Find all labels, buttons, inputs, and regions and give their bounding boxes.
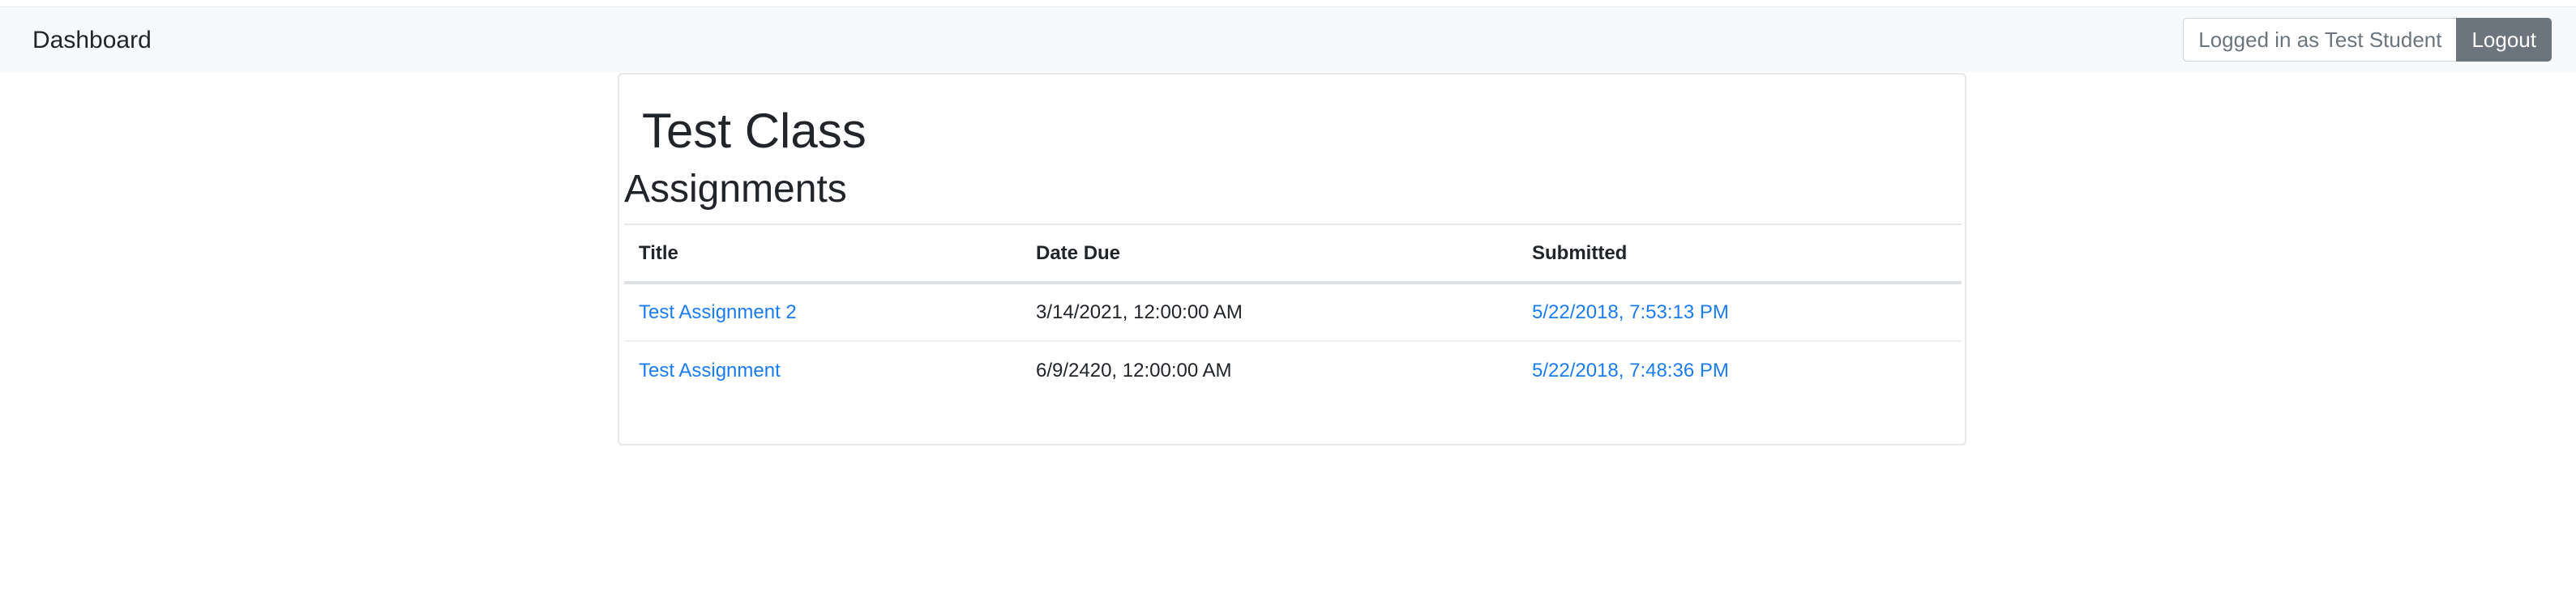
column-header-submitted: Submitted: [1532, 241, 1628, 264]
table-header-row: Title Date Due Submitted: [624, 224, 1962, 283]
table-row: Test Assignment 6/9/2420, 12:00:00 AM 5/…: [624, 341, 1962, 399]
assignments-table: Title Date Due Submitted Test Assignment…: [624, 224, 1962, 399]
date-due-cell: 3/14/2021, 12:00:00 AM: [1036, 300, 1243, 323]
table-body: Test Assignment 2 3/14/2021, 12:00:00 AM…: [624, 283, 1962, 399]
user-controls: Logged in as Test Student Logout: [2183, 18, 2552, 62]
assignment-title-link[interactable]: Test Assignment 2: [639, 301, 797, 323]
assignments-heading: Assignments: [624, 168, 847, 211]
table-header: Title Date Due Submitted: [624, 224, 1962, 283]
dashboard-link[interactable]: Dashboard: [32, 25, 152, 56]
assignment-title-cell: Test Assignment: [624, 341, 1021, 399]
top-border: [0, 0, 2576, 7]
logout-button[interactable]: Logout: [2456, 18, 2552, 62]
assignment-title-link[interactable]: Test Assignment: [639, 360, 781, 381]
submitted-cell: 5/22/2018, 7:48:36 PM: [1517, 341, 1962, 399]
navbar: Dashboard Logged in as Test Student Logo…: [0, 7, 2576, 72]
class-title: Test Class: [642, 104, 867, 158]
submission-link[interactable]: 5/22/2018, 7:48:36 PM: [1532, 360, 1729, 381]
assignment-title-cell: Test Assignment 2: [624, 283, 1021, 341]
submission-link[interactable]: 5/22/2018, 7:53:13 PM: [1532, 301, 1729, 323]
submitted-cell: 5/22/2018, 7:53:13 PM: [1517, 283, 1962, 341]
column-header-date-due: Date Due: [1036, 241, 1121, 264]
date-due-cell: 6/9/2420, 12:00:00 AM: [1036, 359, 1232, 381]
logged-in-status: Logged in as Test Student: [2183, 18, 2457, 62]
table-row: Test Assignment 2 3/14/2021, 12:00:00 AM…: [624, 283, 1962, 341]
column-header-title: Title: [639, 241, 678, 264]
class-card: Test Class Assignments Title Date Due Su…: [618, 73, 1966, 445]
